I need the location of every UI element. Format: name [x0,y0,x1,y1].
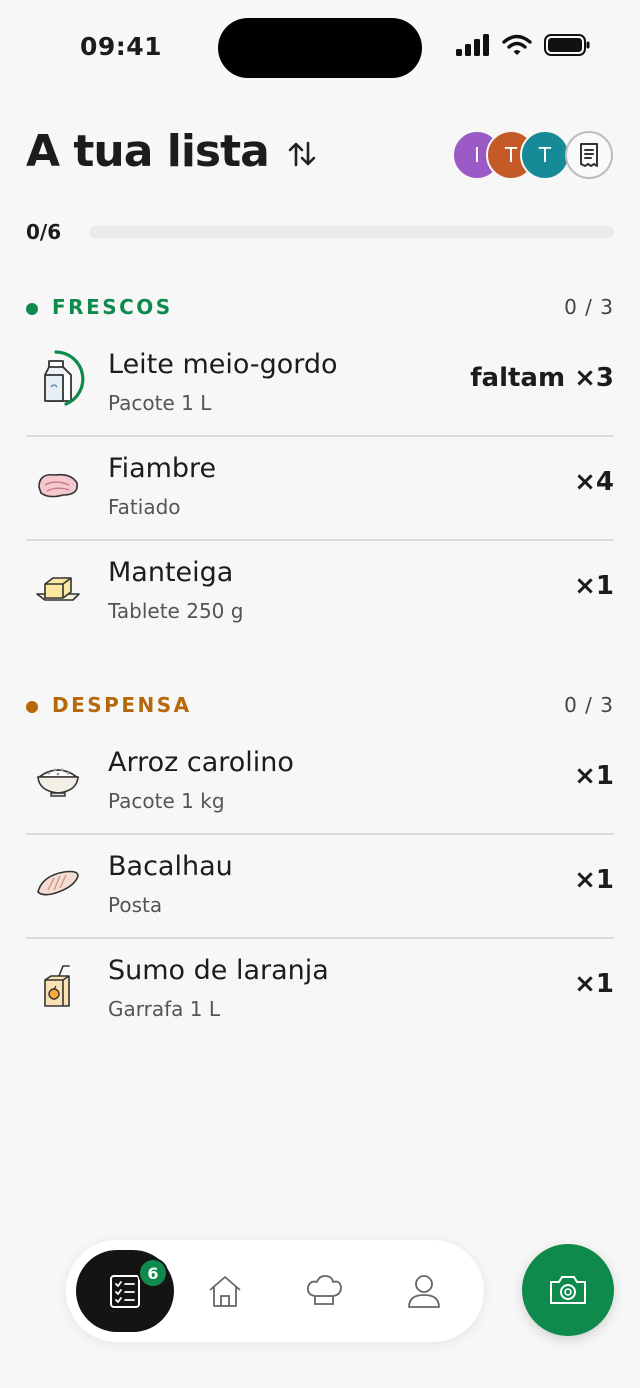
section-count: 0 / 3 [564,295,614,319]
item-detail: Tablete 250 g [108,599,244,623]
scan-camera-button[interactable] [522,1244,614,1336]
section-title: DESPENSA [52,693,192,717]
item-quantity: faltam ×3 [470,363,614,393]
list-item[interactable]: Bacalhau Posta ×1 [26,835,614,939]
section-title: FRESCOS [52,295,173,319]
avatar-initial: T [504,143,518,167]
bottom-nav: 6 [66,1240,484,1342]
header: A tua lista I T T [26,120,616,190]
section-despensa: DESPENSA 0 / 3 Arroz carolino Pacote 1 k… [26,691,614,1043]
sort-button[interactable] [282,134,322,174]
list-progress: 0/6 [26,218,614,246]
nav-tab-list[interactable]: 6 [76,1250,174,1332]
user-icon [408,1275,440,1308]
system-icons [456,34,590,56]
status-bar: 09:41 [0,0,640,96]
home-icon [209,1276,241,1307]
sort-arrows-icon [288,141,316,167]
item-quantity: ×1 [574,761,614,791]
item-detail: Pacote 1 L [108,391,212,415]
fish-icon [30,855,86,911]
item-detail: Pacote 1 kg [108,789,225,813]
signal-icon [456,34,489,56]
progress-bar [89,226,614,238]
item-name: Arroz carolino [108,747,294,778]
item-name: Sumo de laranja [108,955,329,986]
list-item[interactable]: Fiambre Fatiado ×4 [26,437,614,541]
shared-users-avatars[interactable]: I T T [428,130,570,180]
rice-bowl-icon [30,751,86,807]
item-detail: Garrafa 1 L [108,997,220,1021]
battery-icon [544,34,590,56]
list-count-badge: 6 [138,1258,168,1288]
section-count: 0 / 3 [564,693,614,717]
milk-carton-icon [30,350,86,409]
avatar-initial: I [474,143,480,167]
item-name: Bacalhau [108,851,233,882]
status-time: 09:41 [80,32,163,61]
item-name: Manteiga [108,557,234,588]
wifi-icon [502,34,532,55]
item-name: Fiambre [108,453,217,484]
avatar-initial: T [538,143,552,167]
list-item[interactable]: Leite meio-gordo Pacote 1 L faltam ×3 [26,333,614,437]
juice-box-icon [30,959,86,1015]
item-detail: Fatiado [108,495,181,519]
list-item[interactable]: Sumo de laranja Garrafa 1 L ×1 [26,939,614,1043]
section-dot [26,303,38,315]
item-quantity: ×1 [574,571,614,601]
item-quantity: ×1 [574,865,614,895]
section-dot [26,701,38,713]
item-detail: Posta [108,893,163,917]
avatar[interactable]: T [520,130,570,180]
list-item[interactable]: Manteiga Tablete 250 g ×1 [26,541,614,645]
dynamic-island [218,18,422,78]
section-header: FRESCOS 0 / 3 [26,293,614,323]
item-quantity: ×4 [574,467,614,497]
progress-ring [54,350,85,406]
butter-icon [30,561,86,617]
section-header: DESPENSA 0 / 3 [26,691,614,721]
camera-icon [550,1276,586,1304]
ham-icon [30,457,86,513]
nav-tab-recipes[interactable] [301,1268,347,1314]
nav-tab-home[interactable] [202,1268,248,1314]
item-quantity: ×1 [574,969,614,999]
nav-tab-profile[interactable] [401,1268,447,1314]
section-frescos: FRESCOS 0 / 3 Leite meio-gordo Pacote 1 … [26,293,614,645]
receipt-button[interactable] [565,131,613,179]
receipt-icon [580,143,598,167]
progress-label: 0/6 [26,220,62,244]
page-title: A tua lista [26,126,270,177]
list-item[interactable]: Arroz carolino Pacote 1 kg ×1 [26,731,614,835]
checklist-icon [110,1275,140,1308]
item-name: Leite meio-gordo [108,349,338,380]
chef-hat-icon [306,1275,342,1305]
